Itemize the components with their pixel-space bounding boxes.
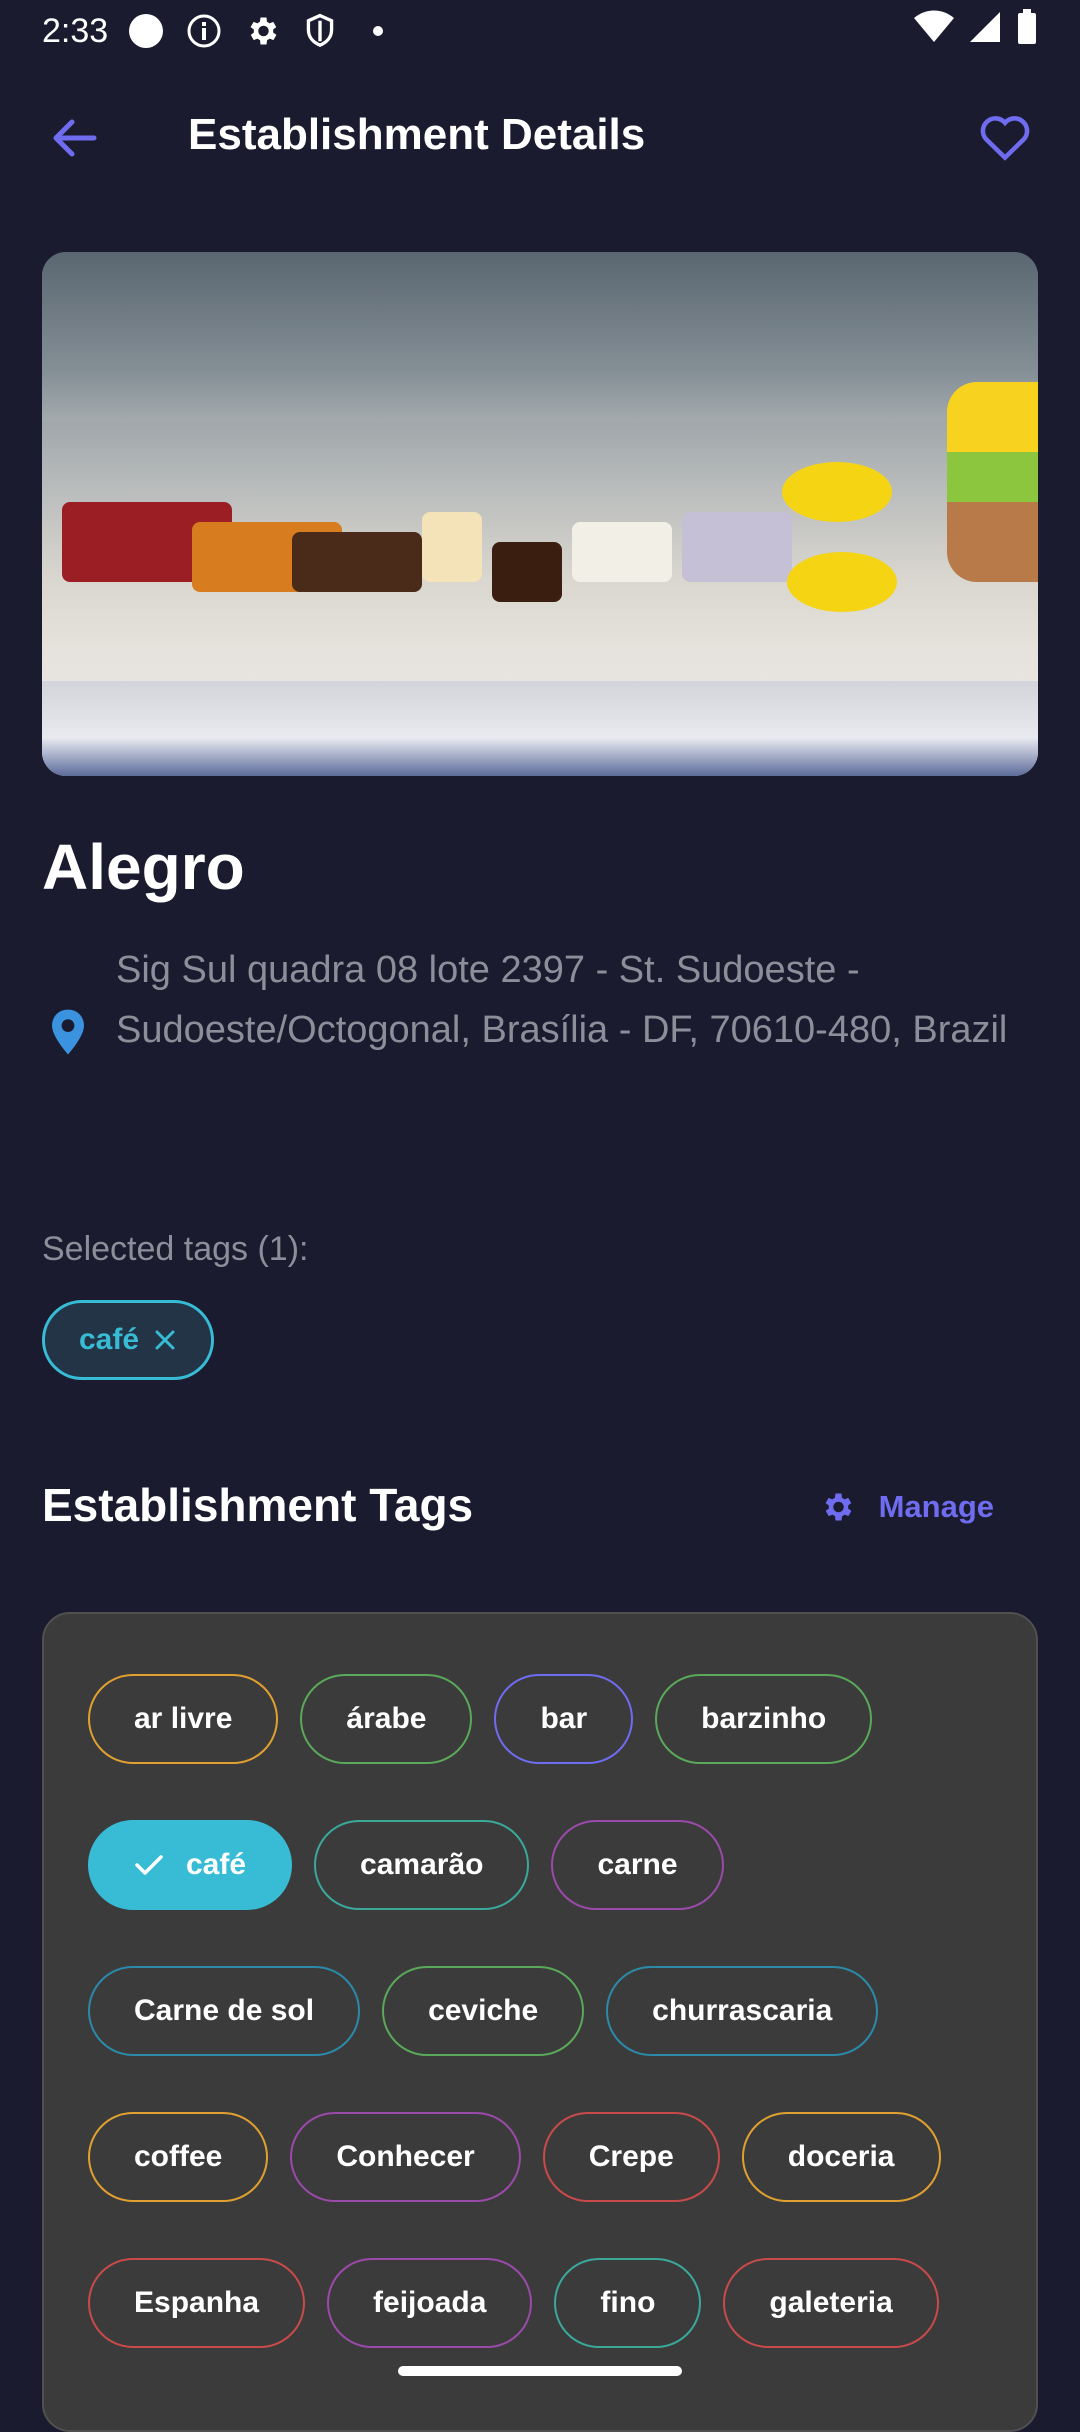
arrow-back-icon	[53, 119, 97, 157]
photo-cake-cream	[422, 512, 482, 582]
tag-chip[interactable]: ar livre	[88, 1674, 279, 1764]
tag-chip[interactable]: camarão	[314, 1820, 530, 1910]
shield-icon	[300, 11, 340, 51]
photo-cake-brown	[292, 532, 422, 592]
tag-chip[interactable]: bar	[494, 1674, 634, 1764]
tag-row: ar livre árabe bar barzinho	[88, 1674, 873, 1764]
tag-chip[interactable]: Carne de sol	[88, 1966, 361, 2056]
check-icon	[135, 1855, 163, 1875]
tag-chip[interactable]: carne	[551, 1820, 724, 1910]
tag-row: Espanha feijoada fino galeteria	[88, 2258, 939, 2348]
tag-chip[interactable]: Espanha	[88, 2258, 306, 2348]
establishment-photo	[42, 252, 1038, 776]
tag-chip[interactable]: barzinho	[655, 1674, 873, 1764]
close-icon[interactable]	[153, 1328, 177, 1352]
info-icon	[184, 11, 224, 51]
tag-chip[interactable]: coffee	[88, 2112, 269, 2202]
photo-cake-chocolate	[492, 542, 562, 602]
selected-tags-label: Selected tags (1):	[42, 1230, 309, 1268]
tag-label: café	[186, 1848, 247, 1881]
location-pin-icon	[48, 1008, 88, 1056]
tag-chip[interactable]: feijoada	[327, 2258, 533, 2348]
tag-chip[interactable]: churrascaria	[606, 1966, 879, 2056]
manage-tags-button[interactable]: Manage	[819, 1482, 994, 1532]
battery-icon	[1016, 8, 1038, 54]
tag-chip[interactable]: doceria	[741, 2112, 941, 2202]
selected-tag-label: café	[79, 1323, 140, 1356]
wifi-icon	[914, 10, 954, 53]
photo-counter	[42, 681, 1038, 776]
tag-row: café camarão carne	[88, 1820, 724, 1910]
page-title: Establishment Details	[188, 110, 646, 159]
photo-shelf	[42, 252, 1038, 422]
status-bar: 2:33	[0, 0, 1080, 62]
photo-cake-white	[572, 522, 672, 582]
selected-tag-chip[interactable]: café	[42, 1300, 215, 1380]
establishment-address: Sig Sul quadra 08 lote 2397 - St. Sudoes…	[116, 949, 1008, 1051]
tags-card: ar livre árabe bar barzinho café camarão…	[42, 1612, 1038, 2432]
photo-cake-yellow-2	[787, 552, 897, 612]
tag-chip[interactable]: fino	[554, 2258, 702, 2348]
favorite-button[interactable]	[970, 104, 1040, 168]
status-time: 2:33	[42, 11, 109, 50]
tag-chip[interactable]: ceviche	[382, 1966, 585, 2056]
tag-chip-selected[interactable]: café	[88, 1820, 293, 1910]
tag-row: coffee Conhecer Crepe doceria	[88, 2112, 941, 2202]
tags-section-title: Establishment Tags	[42, 1479, 474, 1531]
manage-label: Manage	[878, 1489, 994, 1524]
gear-icon	[825, 1493, 851, 1521]
tag-chip[interactable]: árabe	[300, 1674, 473, 1764]
circle-icon	[126, 11, 166, 51]
home-indicator[interactable]	[398, 2366, 682, 2376]
heart-outline-icon	[980, 116, 1030, 161]
photo-cake-yellow	[782, 462, 892, 522]
establishment-name: Alegro	[42, 831, 245, 903]
photo-cake-berry	[682, 512, 792, 582]
tag-chip[interactable]: galeteria	[723, 2258, 939, 2348]
gear-icon	[242, 11, 282, 51]
app-bar: Establishment Details	[0, 100, 1080, 172]
dot-icon	[358, 11, 398, 51]
tag-row: Carne de sol ceviche churrascaria	[88, 1966, 879, 2056]
tag-chip[interactable]: Crepe	[542, 2112, 720, 2202]
back-button[interactable]	[44, 108, 104, 168]
signal-icon	[968, 10, 1002, 53]
tag-chip[interactable]: Conhecer	[290, 2112, 521, 2202]
photo-macarons	[947, 382, 1038, 582]
